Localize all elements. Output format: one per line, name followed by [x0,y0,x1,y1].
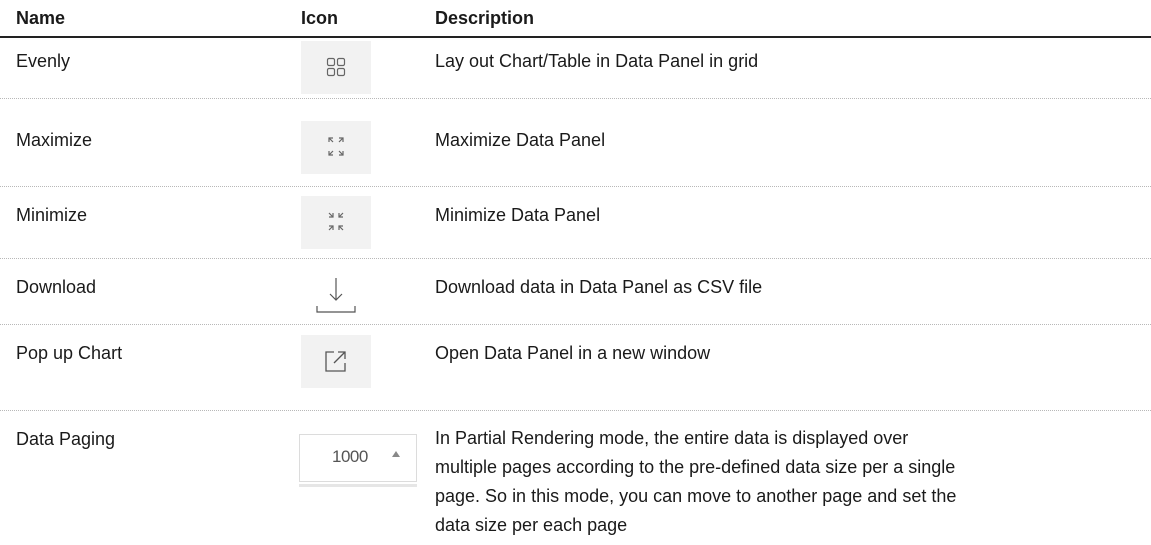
grid-icon[interactable] [301,41,371,94]
row-divider [0,324,1151,325]
stepper-up-icon[interactable] [392,451,400,457]
row-name: Pop up Chart [16,343,123,363]
paging-stepper[interactable]: 1000 [299,434,417,482]
row-name: Download [16,277,97,297]
maximize-icon[interactable] [301,121,371,174]
row-name: Minimize [16,205,88,225]
row-description: Maximize Data Panel [435,130,606,150]
description-line: In Partial Rendering mode, the entire da… [435,428,909,448]
paging-stepper-shadow [299,484,417,487]
row-divider [0,258,1151,259]
row-name: Evenly [16,51,71,71]
description-line: page. So in this mode, you can move to a… [435,486,957,506]
row-description: Open Data Panel in a new window [435,343,711,363]
header-description: Description [435,8,535,28]
row-name: Maximize [16,130,93,150]
table-header: Name Icon Description [0,0,1151,38]
minimize-icon[interactable] [301,196,371,249]
header-name: Name [16,8,66,28]
table-row: Pop up Chart Open Data Panel in a new wi… [0,326,1151,396]
table-row: Maximize Maximize Data Panel [0,100,1151,174]
header-icon: Icon [301,8,339,28]
download-icon[interactable] [301,266,371,319]
row-name: Data Paging [16,429,116,449]
description-line: multiple pages according to the pre-defi… [435,457,956,477]
row-description: In Partial Rendering mode, the entire da… [435,424,1135,540]
popup-icon[interactable] [301,335,371,388]
row-divider [0,186,1151,187]
row-description: Minimize Data Panel [435,205,601,225]
table-row: Data Paging 1000 In Partial Rendering mo… [0,412,1151,545]
table-row: Minimize Minimize Data Panel [0,188,1151,258]
paging-value: 1000 [332,447,368,466]
row-description: Download data in Data Panel as CSV file [435,277,763,297]
row-divider [0,410,1151,411]
description-line: data size per each page [435,515,628,535]
table-row: Download Download data in Data Panel as … [0,260,1151,322]
table-row: Evenly Lay out Chart/Table in Data Panel… [0,38,1151,98]
row-description: Lay out Chart/Table in Data Panel in gri… [435,51,759,71]
row-divider [0,98,1151,99]
